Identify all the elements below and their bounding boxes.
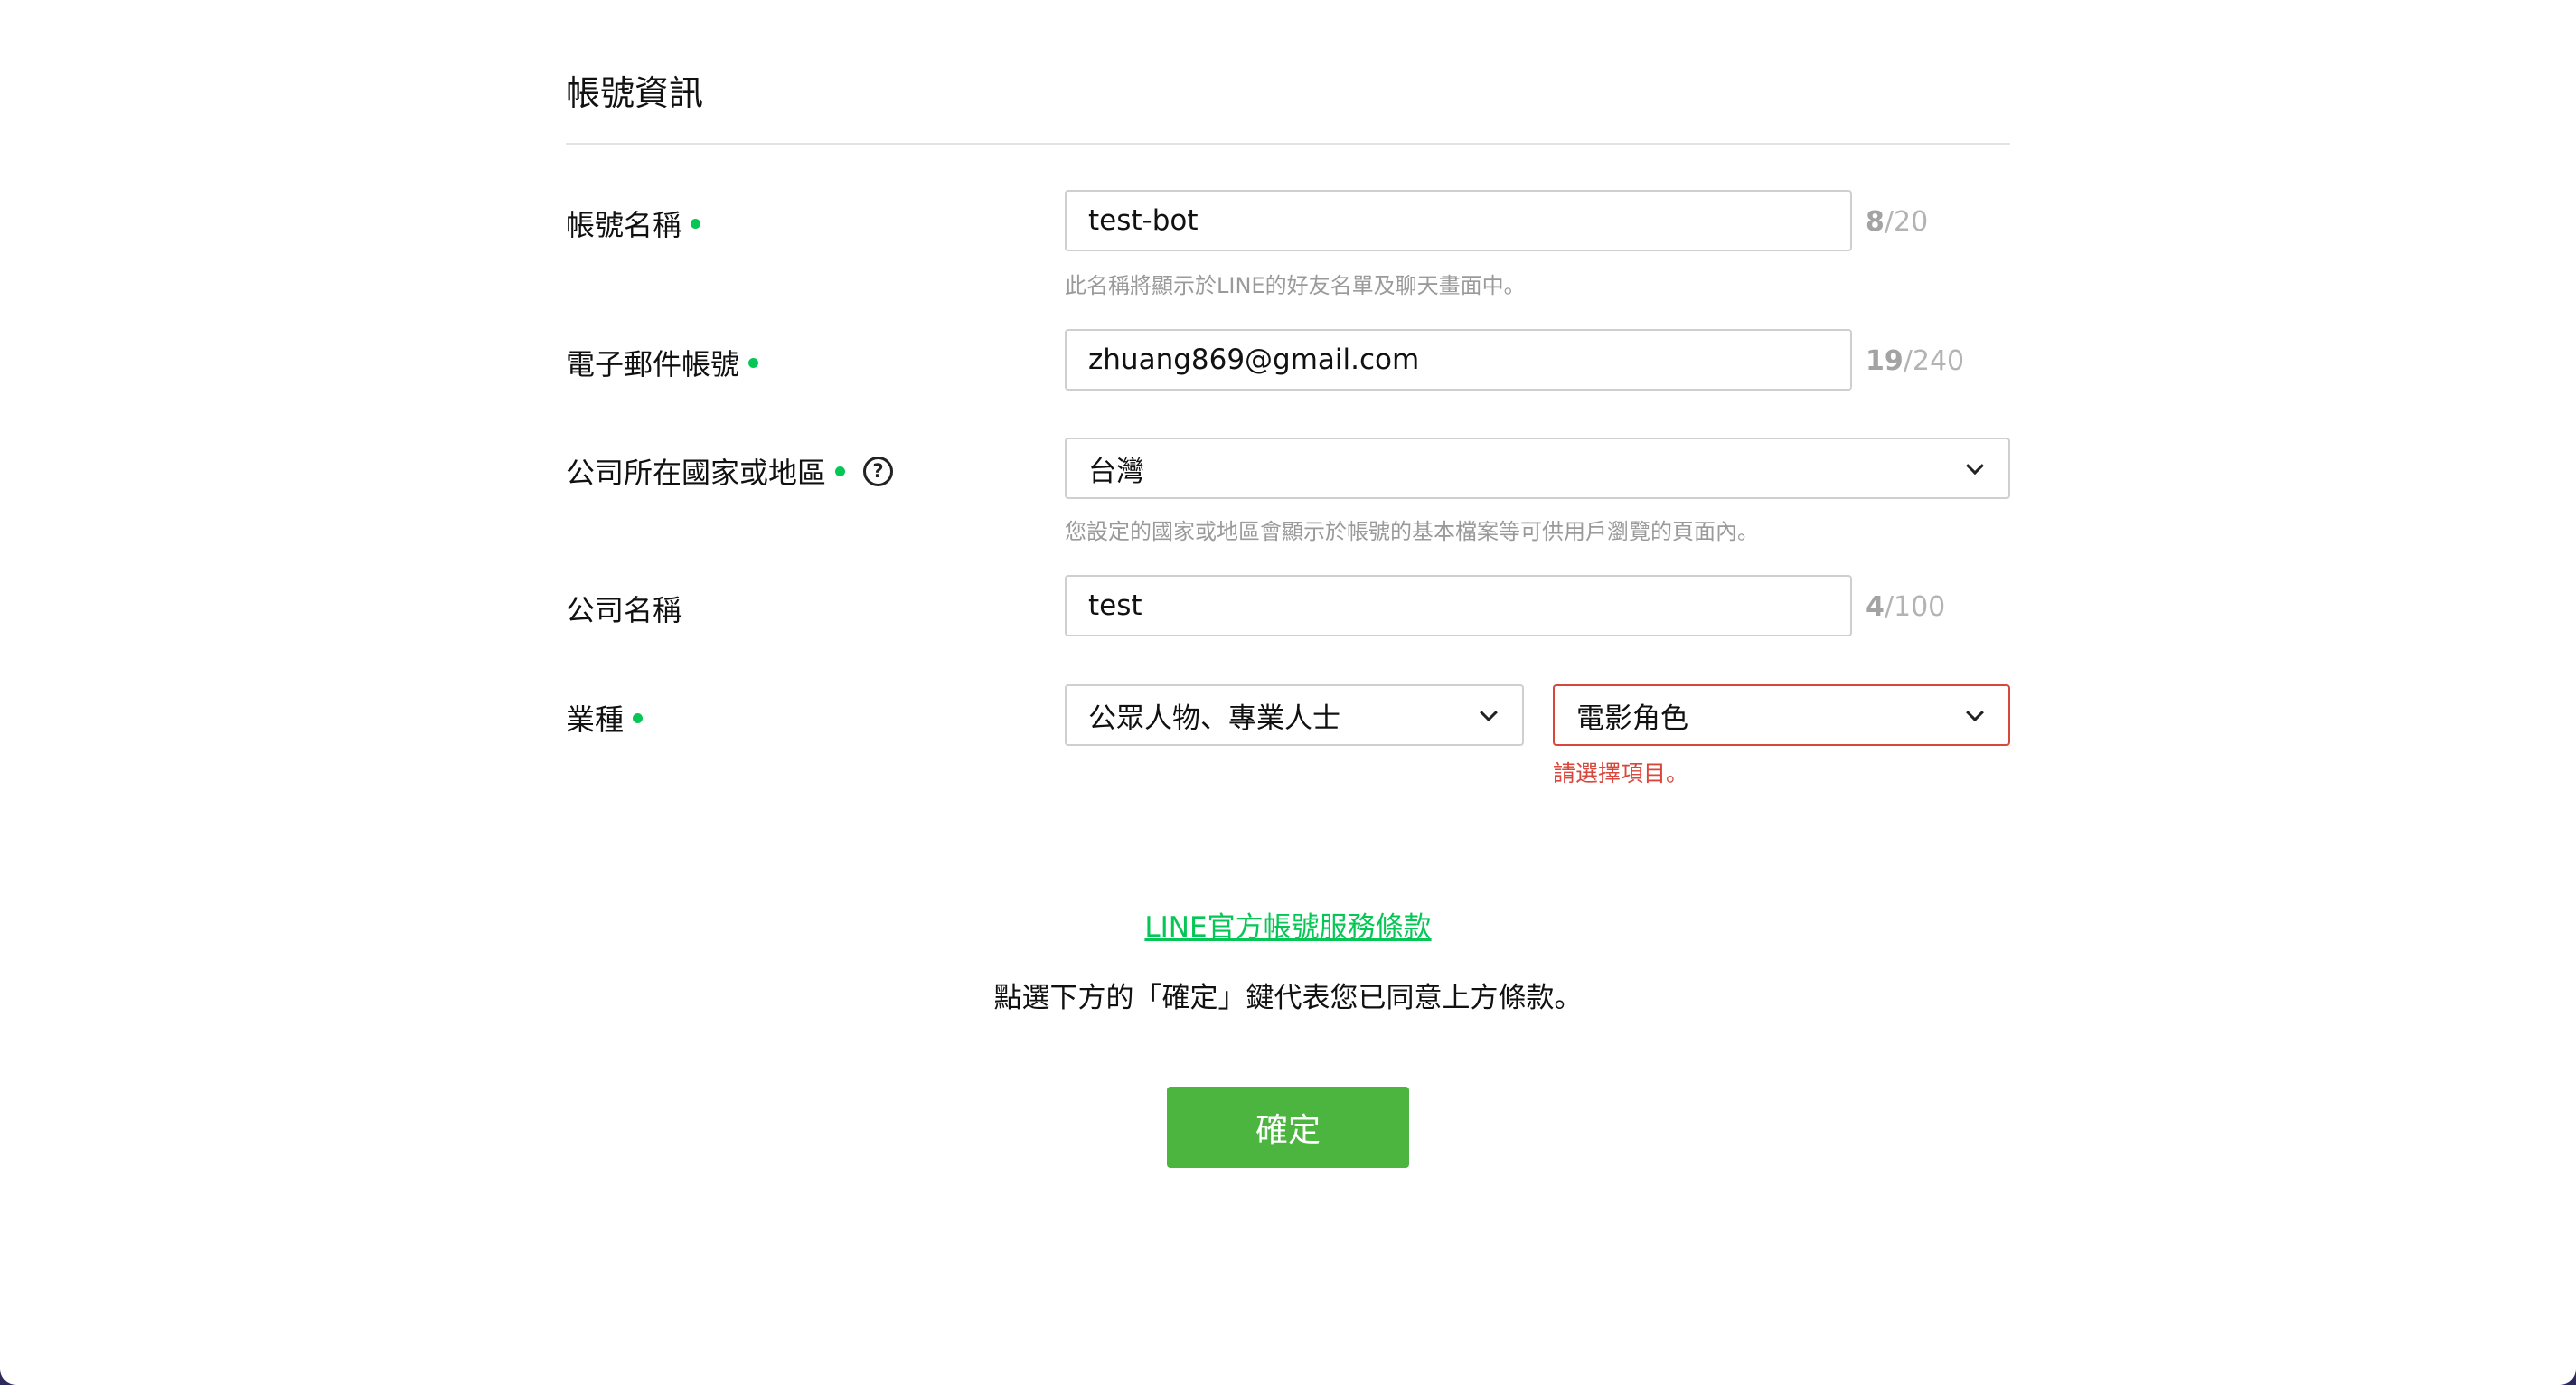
account-name-count: 8 bbox=[1866, 206, 1885, 238]
company-name-max: /100 bbox=[1884, 591, 1946, 623]
country-label-text: 公司所在國家或地區 bbox=[566, 456, 827, 490]
email-label-text: 電子郵件帳號 bbox=[566, 347, 740, 382]
industry-label-text: 業種 bbox=[566, 702, 625, 737]
email-max: /240 bbox=[1903, 345, 1965, 377]
country-value: 台灣 bbox=[1088, 455, 1144, 488]
email-counter: 19/240 bbox=[1866, 345, 1964, 377]
email-count: 19 bbox=[1866, 345, 1904, 377]
required-dot-icon bbox=[835, 466, 846, 476]
company-name-value: test bbox=[1088, 589, 1142, 622]
question-circle-icon[interactable]: ? bbox=[863, 456, 894, 486]
industry-subcategory-select[interactable]: 電影角色 bbox=[1553, 684, 2010, 746]
required-dot-icon bbox=[748, 357, 759, 368]
country-select[interactable]: 台灣 bbox=[1065, 438, 2010, 499]
industry-category-select[interactable]: 公眾人物、專業人士 bbox=[1065, 684, 1524, 746]
email-value: zhuang869@gmail.com bbox=[1088, 344, 1420, 376]
account-name-hint: 此名稱將顯示於LINE的好友名單及聊天畫面中。 bbox=[1065, 273, 1526, 298]
industry-category-value: 公眾人物、專業人士 bbox=[1088, 702, 1340, 735]
industry-error-message: 請選擇項目。 bbox=[1553, 760, 1689, 787]
account-name-label-text: 帳號名稱 bbox=[566, 208, 682, 242]
industry-label: 業種 bbox=[566, 697, 644, 739]
confirm-button[interactable]: 確定 bbox=[1167, 1087, 1409, 1168]
industry-subcategory-value: 電影角色 bbox=[1576, 702, 1688, 735]
terms-of-service-link[interactable]: LINE官方帳號服務條款 bbox=[0, 904, 2576, 945]
account-name-label: 帳號名稱 bbox=[566, 203, 701, 244]
company-name-count: 4 bbox=[1866, 591, 1885, 623]
registration-form-page: 帳號資訊 帳號名稱 test-bot 8/20 此名稱將顯示於LINE的好友名單… bbox=[0, 0, 2576, 1385]
terms-agreement-note: 點選下方的「確定」鍵代表您已同意上方條款。 bbox=[993, 982, 1583, 1014]
chevron-down-icon bbox=[1480, 703, 1498, 722]
company-name-input[interactable]: test bbox=[1065, 575, 1852, 636]
section-divider bbox=[566, 143, 2010, 145]
company-name-label-text: 公司名稱 bbox=[566, 593, 682, 627]
chevron-down-icon bbox=[1966, 457, 1984, 476]
company-name-label: 公司名稱 bbox=[566, 588, 682, 629]
account-name-max: /20 bbox=[1884, 206, 1929, 238]
email-input[interactable]: zhuang869@gmail.com bbox=[1065, 329, 1852, 391]
required-dot-icon bbox=[633, 712, 644, 723]
required-dot-icon bbox=[691, 218, 701, 229]
country-label: 公司所在國家或地區 ? bbox=[566, 450, 894, 492]
company-name-counter: 4/100 bbox=[1866, 591, 1945, 623]
account-name-value: test-bot bbox=[1088, 204, 1199, 237]
terms-link-text[interactable]: LINE官方帳號服務條款 bbox=[1144, 911, 1431, 944]
country-hint: 您設定的國家或地區會顯示於帳號的基本檔案等可供用戶瀏覽的頁面內。 bbox=[1065, 519, 1759, 544]
account-name-counter: 8/20 bbox=[1866, 206, 1928, 238]
chevron-down-icon bbox=[1966, 703, 1984, 722]
section-title: 帳號資訊 bbox=[566, 73, 704, 113]
account-name-input[interactable]: test-bot bbox=[1065, 190, 1852, 251]
email-label: 電子郵件帳號 bbox=[566, 342, 759, 383]
